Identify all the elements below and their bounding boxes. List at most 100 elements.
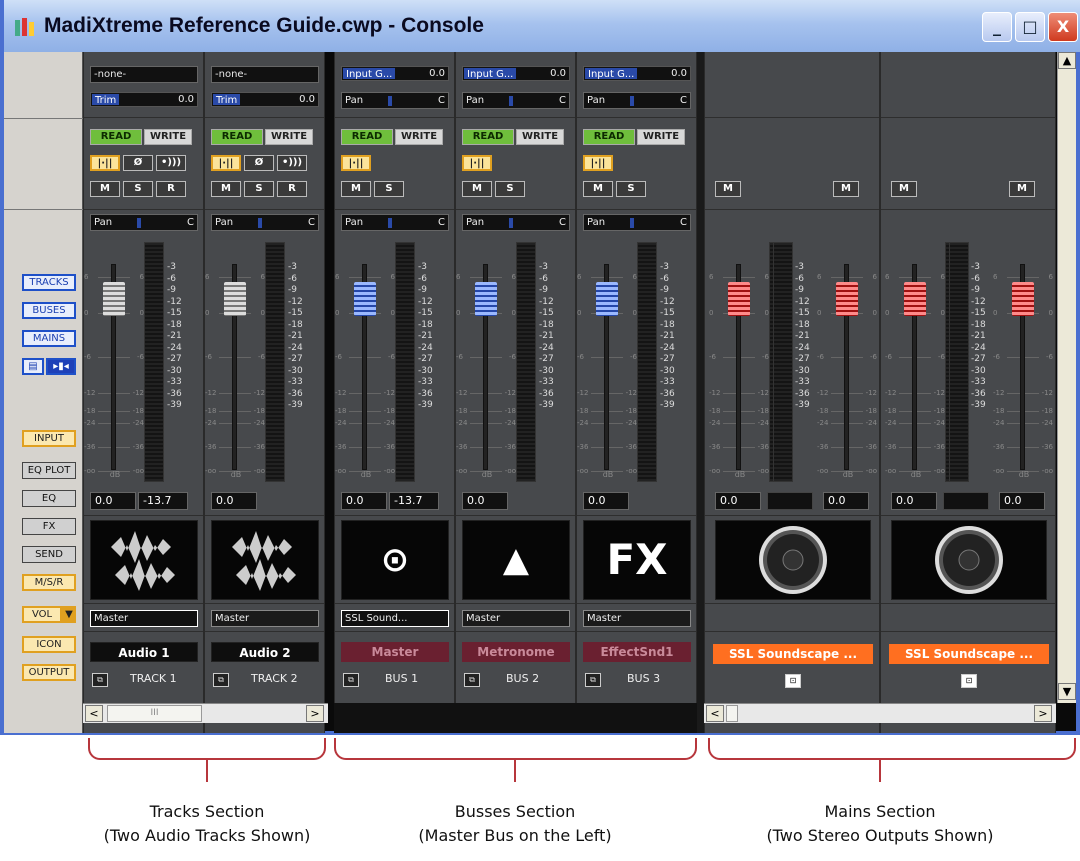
lock-icon[interactable]: ⊡ [785,674,801,688]
link-icon[interactable]: ⧉ [585,673,601,687]
track-name[interactable]: Audio 1 [90,642,198,662]
output-select[interactable]: Master [583,610,691,627]
link-icon[interactable]: ⧉ [213,673,229,687]
interleave-icon[interactable]: •))) [277,155,307,171]
input-monitor-icon[interactable]: |·|| [90,155,120,171]
wide-strips-icon[interactable]: ▸▮◂ [46,358,76,375]
speaker-icon[interactable] [715,520,871,600]
read-button[interactable]: READ [462,129,514,145]
mute-right-button[interactable]: M [1009,181,1035,197]
link-icon[interactable]: ⧉ [92,673,108,687]
buses-view-button[interactable]: BUSES [22,302,76,319]
scroll-left-button[interactable]: < [85,705,103,722]
write-button[interactable]: WRITE [516,129,564,145]
lock-icon[interactable]: ⊡ [961,674,977,688]
fader-cap[interactable] [224,282,246,316]
mute-right-button[interactable]: M [833,181,859,197]
input-gain-control[interactable]: Input G... 0.0 [462,66,570,81]
track-icon[interactable] [211,520,319,600]
input-monitor-icon[interactable]: |·|| [341,155,371,171]
write-button[interactable]: WRITE [144,129,192,145]
volume-readout[interactable]: 0.0 [715,492,761,510]
fader-cap[interactable] [354,282,376,316]
track-name[interactable]: Audio 2 [211,642,319,662]
phase-button[interactable]: Ø [123,155,153,171]
input-monitor-icon[interactable]: |·|| [211,155,241,171]
volume-readout[interactable]: 0.0 [211,492,257,510]
pan-control[interactable]: Pan C [462,214,570,231]
solo-button[interactable]: S [244,181,274,197]
output-select[interactable]: Master [90,610,198,627]
trim-control[interactable]: Trim 0.0 [211,92,319,107]
fx-icon[interactable]: FX [583,520,691,600]
interleave-icon[interactable]: •))) [156,155,186,171]
module-button-output[interactable]: OUTPUT [22,664,76,681]
volume-readout[interactable]: 0.0 [462,492,508,510]
volume-readout[interactable]: 0.0 [823,492,869,510]
scroll-left-button[interactable]: < [706,705,724,722]
scroll-right-button[interactable]: > [1034,705,1052,722]
scroll-thumb[interactable]: III [107,705,202,722]
pan-control[interactable]: Pan C [341,214,449,231]
write-button[interactable]: WRITE [395,129,443,145]
speaker-icon[interactable] [891,520,1047,600]
mute-button[interactable]: M [211,181,241,197]
pan-control[interactable]: Pan C [211,214,319,231]
input-dropdown[interactable]: -none- [211,66,319,83]
mute-left-button[interactable]: M [891,181,917,197]
solo-button[interactable]: S [374,181,404,197]
input-dropdown[interactable]: -none- [90,66,198,83]
output-select[interactable]: Master [462,610,570,627]
module-button-vol[interactable]: VOL [22,606,62,623]
mains-view-button[interactable]: MAINS [22,330,76,347]
main-output-name[interactable]: SSL Soundscape ... [713,644,873,664]
module-button-m-s-r[interactable]: M/S/R [22,574,76,591]
output-select[interactable]: Master [211,610,319,627]
output-select[interactable]: SSL Sound... [341,610,449,627]
record-arm-button[interactable]: R [156,181,186,197]
track-icon[interactable] [90,520,198,600]
fader-cap[interactable] [475,282,497,316]
scroll-right-button[interactable]: > [306,705,324,722]
narrow-strips-icon[interactable]: ▤ [22,358,44,375]
module-button-input[interactable]: INPUT [22,430,76,447]
solo-button[interactable]: S [616,181,646,197]
volume-readout[interactable]: 0.0 [90,492,136,510]
scroll-thumb[interactable] [726,705,738,722]
bus-name[interactable]: EffectSnd1 [583,642,691,662]
pan-control[interactable]: Pan C [90,214,198,231]
record-arm-button[interactable]: R [277,181,307,197]
minimize-button[interactable]: _ [982,12,1012,42]
tracks-view-button[interactable]: TRACKS [22,274,76,291]
bus-pan-top[interactable]: Pan C [583,92,691,109]
volume-readout[interactable]: 0.0 [583,492,629,510]
vertical-scrollbar[interactable]: ▲ ▼ [1057,52,1076,703]
module-button-eq-plot[interactable]: EQ PLOT [22,462,76,479]
scroll-down-button[interactable]: ▼ [1058,683,1076,700]
trim-control[interactable]: Trim 0.0 [90,92,198,107]
maximize-button[interactable]: □ [1015,12,1045,42]
mute-button[interactable]: M [462,181,492,197]
bus-name[interactable]: Master [341,642,449,662]
bus-name[interactable]: Metronome [462,642,570,662]
read-button[interactable]: READ [90,129,142,145]
close-button[interactable]: X [1048,12,1078,42]
fader-cap[interactable] [596,282,618,316]
link-icon[interactable]: ⧉ [343,673,359,687]
link-icon[interactable]: ⧉ [464,673,480,687]
pan-control[interactable]: Pan C [583,214,691,231]
vol-dropdown-arrow[interactable]: ▼ [62,606,76,623]
title-bar[interactable]: MadiXtreme Reference Guide.cwp - Console… [4,0,1080,52]
volume-readout[interactable]: 0.0 [999,492,1045,510]
mute-button[interactable]: M [90,181,120,197]
input-gain-control[interactable]: Input G... 0.0 [341,66,449,81]
tracks-horizontal-scrollbar[interactable]: < III > [83,703,328,723]
mute-button[interactable]: M [341,181,371,197]
module-button-icon[interactable]: ICON [22,636,76,653]
mute-left-button[interactable]: M [715,181,741,197]
input-gain-control[interactable]: Input G... 0.0 [583,66,691,81]
read-button[interactable]: READ [583,129,635,145]
volume-readout[interactable]: 0.0 [891,492,937,510]
write-button[interactable]: WRITE [265,129,313,145]
write-button[interactable]: WRITE [637,129,685,145]
